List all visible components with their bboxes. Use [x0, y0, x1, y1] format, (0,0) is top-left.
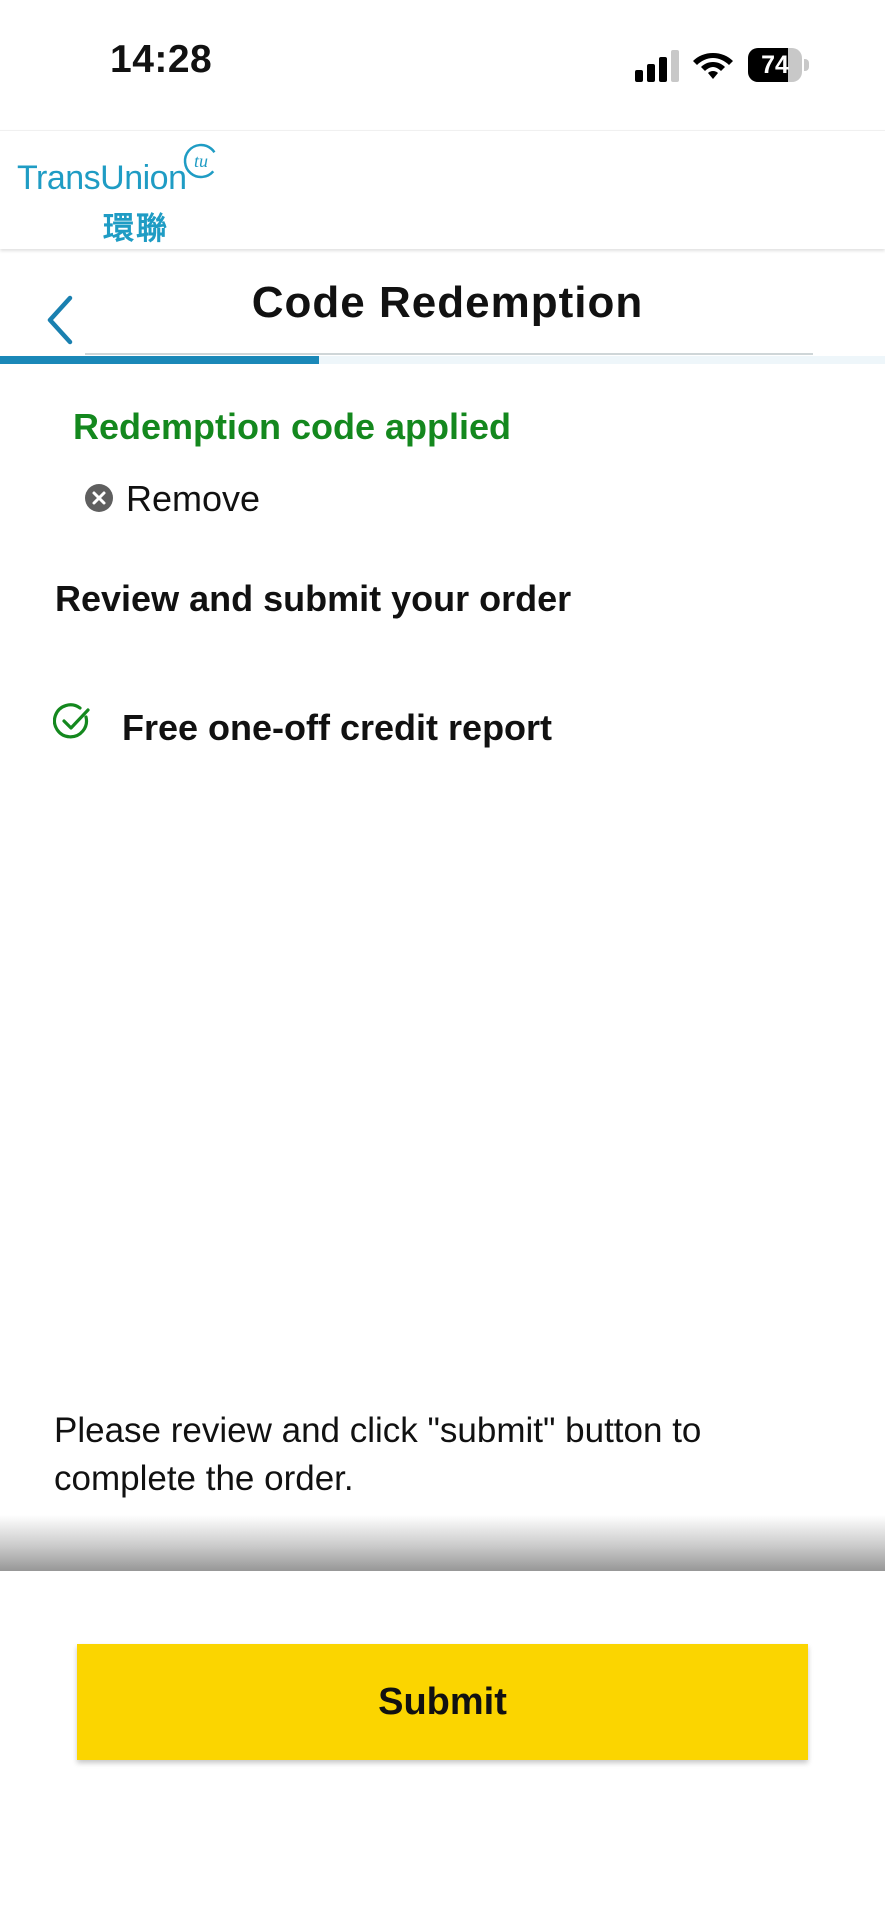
submit-instructions: Please review and click "submit" button … [54, 1411, 702, 1498]
order-item-label: Free one-off credit report [122, 707, 553, 748]
app-header: TransUnion tu 環聯 [0, 130, 885, 249]
wifi-icon [693, 53, 733, 79]
order-review-heading: Review and submit your order [55, 578, 572, 619]
status-time: 14:28 [110, 38, 213, 81]
check-circle-icon [53, 703, 90, 739]
progress-bar [0, 356, 885, 364]
status-bar: 14:28 74 [0, 0, 885, 130]
cellular-signal-icon [635, 50, 679, 82]
title-bar: Code Redemption [0, 250, 885, 365]
transunion-logo-text: TransUnion [17, 159, 187, 197]
transunion-logo-mark-icon: tu [183, 143, 219, 179]
battery-icon: 74 [748, 48, 810, 82]
redemption-status: Redemption code applied [73, 406, 512, 447]
transunion-logo-chinese: 環聯 [103, 211, 169, 246]
title-divider [85, 353, 813, 355]
submit-button[interactable]: Submit [77, 1644, 808, 1760]
remove-code-label[interactable]: Remove [126, 478, 260, 520]
progress-bar-fill [0, 356, 319, 364]
bottom-bar-shadow [0, 1515, 885, 1571]
code-redemption-screen: 14:28 74 TransUnion tu 環聯 Code Redemptio… [0, 0, 885, 1917]
page-title: Code Redemption [251, 278, 644, 327]
svg-text:tu: tu [194, 151, 208, 171]
battery-percent: 74 [761, 51, 789, 79]
bottom-action-bar: Submit [0, 1571, 885, 1917]
close-circle-icon[interactable] [84, 483, 114, 513]
